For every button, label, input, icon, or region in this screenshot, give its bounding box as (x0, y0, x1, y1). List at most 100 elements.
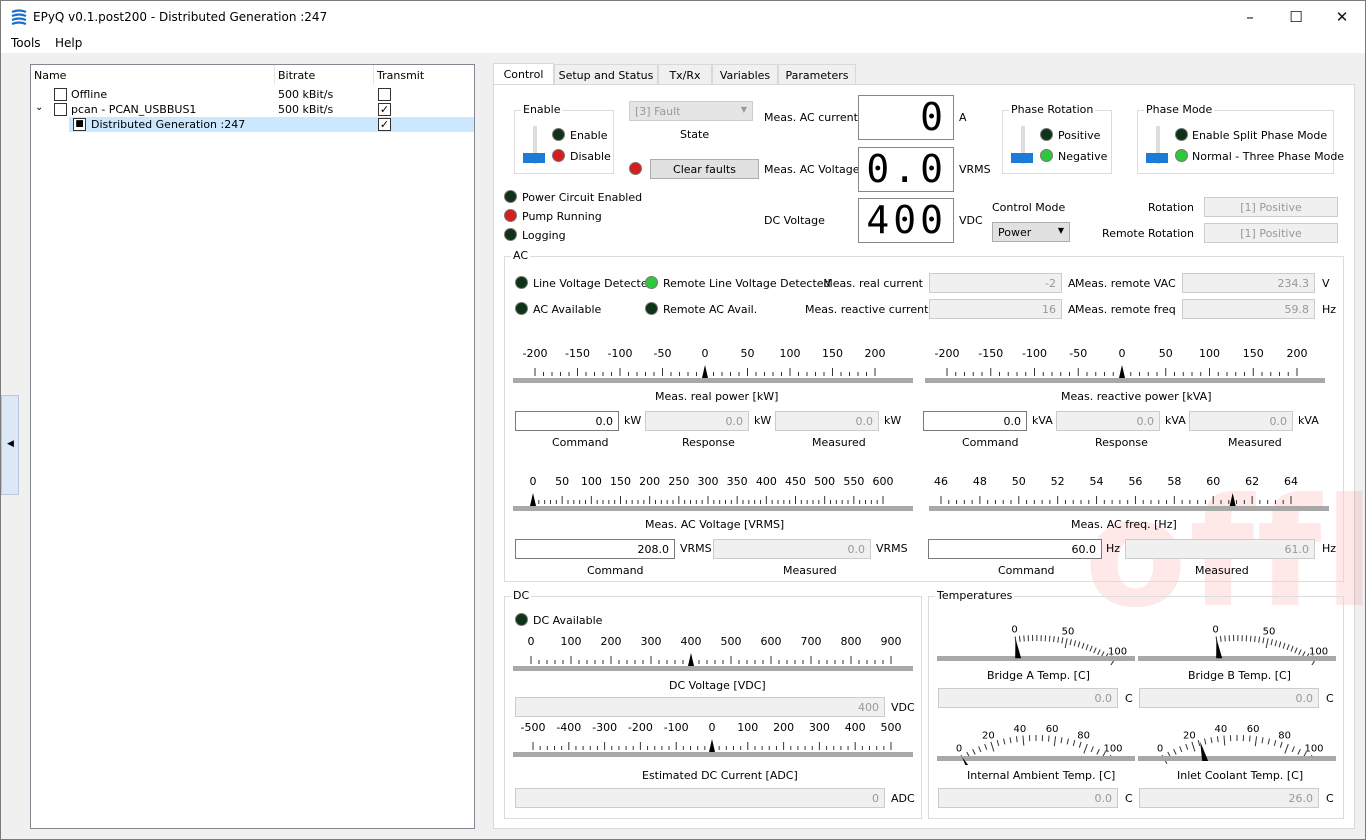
ac-freq-gauge: 46 48 50 52 54 56 58 60 62 64 (929, 475, 1329, 511)
window-title: EPyQ v0.1.post200 - Distributed Generati… (33, 10, 328, 24)
phase-mode-title: Phase Mode (1144, 103, 1215, 116)
pump-running-led (504, 209, 517, 222)
control-panel: offline Enable Enable Disable [3] Fault … (493, 84, 1365, 829)
enable-slider[interactable] (523, 126, 547, 166)
tick-mark (1191, 741, 1196, 752)
transmit-checkbox-device[interactable]: ✓ (378, 118, 391, 131)
tree-row-device[interactable]: Distributed Generation :247 (91, 118, 245, 131)
tick-label: 50 (555, 475, 569, 488)
logging-led (504, 228, 517, 241)
real-power-response-label: Response (682, 436, 735, 449)
dc-current-gauge: -500 -400 -300 -200 -100 0 100 200 300 400 500 (513, 721, 913, 757)
phase-mode-group: Phase Mode Enable Split Phase Mode Norma… (1137, 103, 1344, 174)
tick-mark (1048, 735, 1050, 742)
expand-chevron-icon[interactable]: ⌄ (35, 102, 43, 113)
phase-rotation-slider[interactable] (1011, 126, 1035, 166)
title-bar: EPyQ v0.1.post200 - Distributed Generati… (1, 1, 1365, 33)
collapse-panel-handle[interactable]: ◀ (1, 395, 19, 495)
minimize-button[interactable]: – (1227, 1, 1273, 33)
menu-tools[interactable]: Tools (11, 36, 41, 50)
gauge-needle (530, 493, 536, 506)
tab-parameters[interactable]: Parameters (778, 64, 856, 85)
pcan-checkbox[interactable] (54, 103, 67, 116)
tick-mark (1061, 637, 1064, 644)
maximize-button[interactable]: ☐ (1273, 1, 1319, 33)
bitrate-pcan: 500 kBit/s (278, 103, 334, 116)
reactive-power-measured-unit: kVA (1298, 414, 1319, 427)
bridge-b-gauge: 0 50 100 (1138, 624, 1336, 665)
tick-mark (1219, 635, 1222, 642)
tick-mark (1249, 735, 1251, 742)
close-button[interactable]: ✕ (1319, 1, 1365, 33)
inlet-coolant-field: 26.0 (1139, 788, 1319, 808)
tick-label: 150 (610, 475, 631, 488)
header-name[interactable]: Name (34, 69, 66, 82)
tick-mark (1261, 737, 1264, 744)
tick-mark (1254, 636, 1256, 643)
tick-label: 40 (1014, 724, 1027, 735)
ac-voltage-command-input[interactable]: 208.0 (515, 539, 675, 559)
reactive-power-command-input[interactable]: 0.0 (923, 411, 1027, 431)
tree-row-pcan[interactable]: pcan - PCAN_USBBUS1 (71, 103, 196, 116)
power-circuit-led (504, 190, 517, 203)
tick-label: 150 (822, 347, 843, 360)
tick-label: -200 (523, 347, 548, 360)
state-dropdown[interactable]: [3] Fault ▼ (629, 101, 753, 121)
tick-label: 62 (1245, 475, 1259, 488)
tick-label: -200 (628, 721, 653, 734)
device-checkbox[interactable]: ■ (73, 118, 86, 131)
reactive-power-command-unit: kVA (1032, 414, 1053, 427)
meas-real-current-field: -2 (929, 273, 1062, 293)
real-power-measured-label: Measured (812, 436, 866, 449)
tick-label: 100 (1108, 646, 1127, 657)
offline-checkbox[interactable] (54, 88, 67, 101)
header-bitrate[interactable]: Bitrate (278, 69, 315, 82)
enable-label: Enable (570, 129, 608, 142)
tick-label: 0 (528, 635, 535, 648)
tab-txrx[interactable]: Tx/Rx (658, 64, 712, 85)
tick-mark (1069, 639, 1072, 646)
reactive-power-command-label: Command (962, 436, 1019, 449)
remote-ac-avail-label: Remote AC Avail. (663, 303, 758, 316)
real-power-command-input[interactable]: 0.0 (515, 411, 619, 431)
bitrate-offline: 500 kBit/s (278, 88, 334, 101)
inlet-coolant-title: Inlet Coolant Temp. [C] (1177, 769, 1304, 782)
dc-voltage-gauge: 0 100 200 300 400 500 600 700 800 900 (513, 635, 913, 671)
tick-label: 300 (698, 475, 719, 488)
control-mode-dropdown[interactable]: Power ▼ (992, 222, 1070, 242)
tree-row-offline[interactable]: Offline (71, 88, 107, 101)
bridge-a-title: Bridge A Temp. [C] (987, 669, 1090, 682)
tab-setup-status[interactable]: Setup and Status (554, 64, 658, 85)
header-transmit[interactable]: Transmit (377, 69, 424, 82)
tick-label: 48 (973, 475, 987, 488)
remote-line-voltage-led (645, 276, 658, 289)
tab-control[interactable]: Control (493, 63, 554, 86)
tick-label: 200 (1287, 347, 1308, 360)
fault-led (629, 162, 642, 175)
real-power-title: Meas. real power [kW] (655, 390, 779, 403)
tick-label: 600 (873, 475, 894, 488)
tick-label: 50 (1159, 347, 1173, 360)
tick-label: 80 (1077, 731, 1090, 742)
tab-variables[interactable]: Variables (712, 64, 778, 85)
tick-mark (1262, 637, 1265, 644)
transmit-checkbox-pcan[interactable]: ✓ (378, 103, 391, 116)
tick-mark (972, 748, 976, 755)
tick-label: 100 (1103, 744, 1122, 755)
tick-label: 100 (1309, 646, 1328, 657)
tick-label: 52 (1051, 475, 1065, 488)
tick-label: 450 (785, 475, 806, 488)
menu-help[interactable]: Help (55, 36, 82, 50)
ac-freq-command-input[interactable]: 60.0 (928, 539, 1102, 559)
tick-label: 250 (668, 475, 689, 488)
tick-label: 700 (801, 635, 822, 648)
phase-rotation-group: Phase Rotation Positive Negative (1002, 103, 1112, 174)
clear-faults-button[interactable]: Clear faults (650, 159, 759, 179)
phase-mode-slider[interactable] (1146, 126, 1170, 166)
tick-label: -50 (1069, 347, 1087, 360)
tick-mark (1053, 636, 1055, 643)
transmit-checkbox-offline[interactable] (378, 88, 391, 101)
bridge-a-unit: C (1125, 692, 1133, 705)
tick-label: 20 (1183, 731, 1196, 742)
tick-mark (1265, 638, 1269, 649)
